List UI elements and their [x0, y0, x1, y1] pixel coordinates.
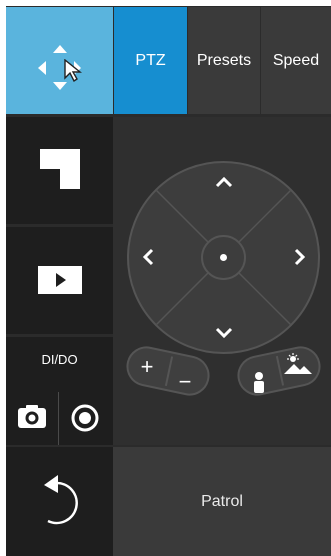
back-button[interactable]	[6, 447, 113, 556]
snapshot-button[interactable]	[8, 395, 56, 443]
layout-button[interactable]	[6, 117, 113, 224]
zoom-in-button[interactable]: +	[134, 356, 160, 382]
pan-up-button[interactable]	[208, 166, 240, 198]
camera-icon	[18, 405, 46, 428]
dido-button[interactable]: DI/DO	[6, 352, 113, 367]
chevron-left-icon	[142, 248, 154, 266]
patrol-button[interactable]: Patrol	[113, 447, 331, 556]
pan-down-button[interactable]	[208, 317, 240, 349]
landscape-icon	[284, 353, 312, 374]
chevron-down-icon	[215, 327, 233, 339]
ptz-mode-button[interactable]	[6, 7, 113, 114]
focus-near-button[interactable]	[248, 369, 270, 395]
chevron-up-icon	[215, 176, 233, 188]
play-icon	[38, 266, 82, 294]
person-icon	[254, 372, 264, 393]
undo-arrow-icon	[44, 475, 78, 525]
layout-icon	[40, 149, 80, 189]
tab-speed[interactable]: Speed	[261, 7, 331, 114]
tab-presets[interactable]: Presets	[188, 7, 260, 114]
pan-right-button[interactable]	[283, 241, 315, 273]
record-button[interactable]	[60, 395, 110, 443]
playback-button[interactable]	[6, 227, 113, 334]
dot-icon	[220, 254, 227, 261]
home-button[interactable]	[201, 235, 246, 280]
record-icon	[71, 404, 99, 432]
chevron-right-icon	[294, 248, 306, 266]
divider	[58, 392, 59, 445]
pan-left-button[interactable]	[133, 241, 165, 273]
cursor-icon	[64, 59, 82, 83]
tab-ptz[interactable]: PTZ	[114, 7, 187, 114]
focus-far-button[interactable]	[282, 352, 314, 378]
move-arrows-icon	[38, 45, 81, 90]
zoom-out-button[interactable]: −	[172, 371, 198, 397]
